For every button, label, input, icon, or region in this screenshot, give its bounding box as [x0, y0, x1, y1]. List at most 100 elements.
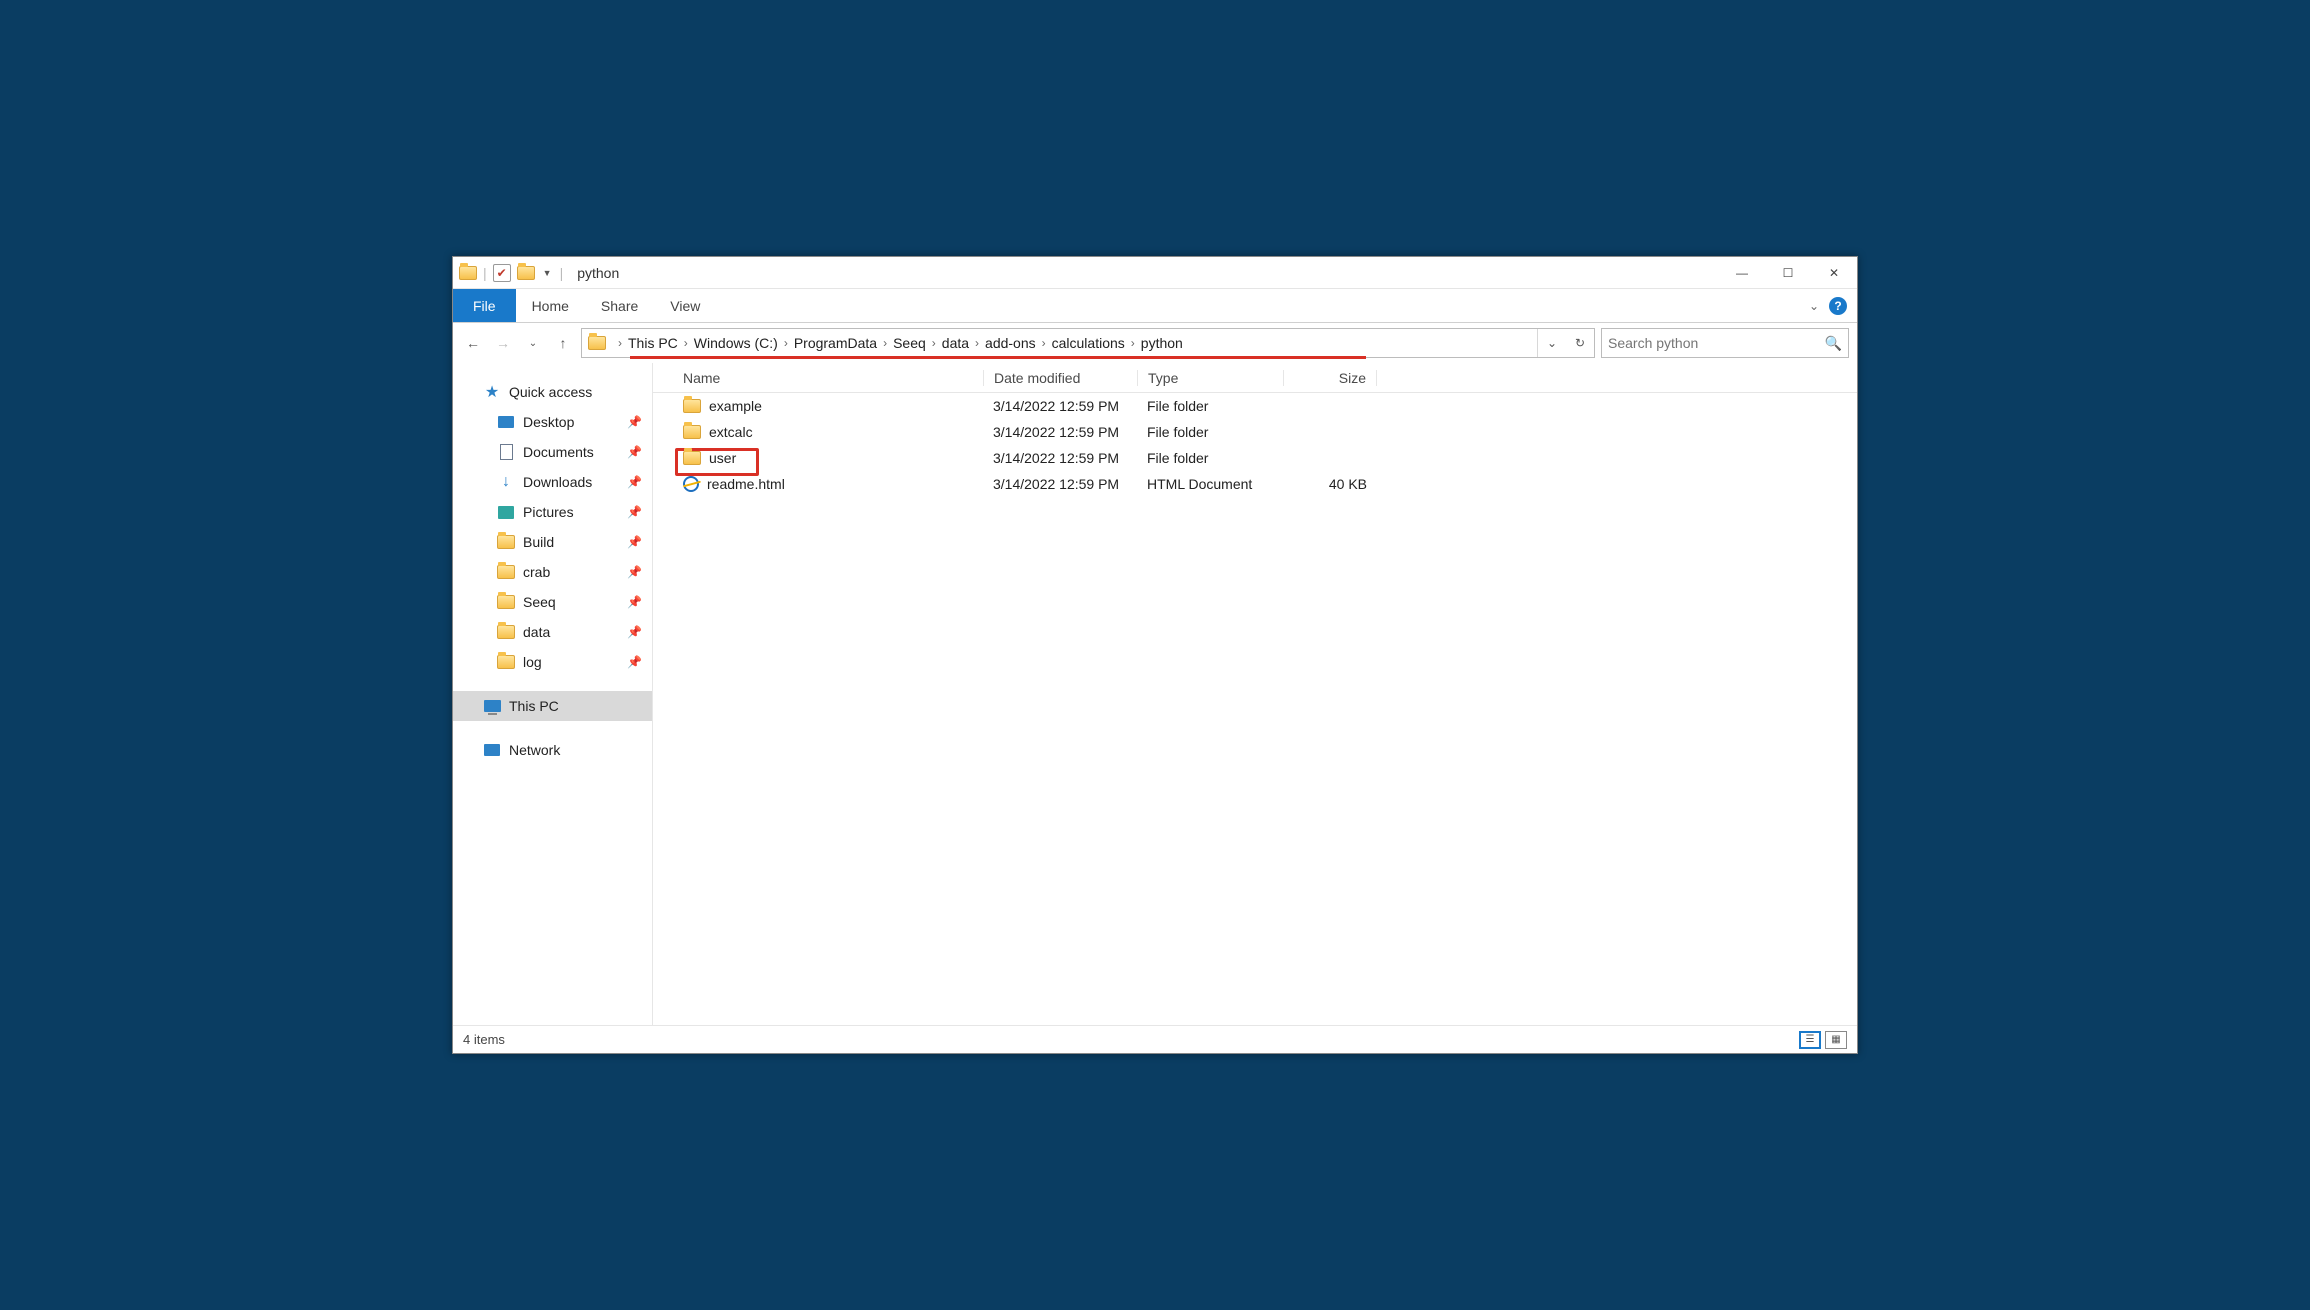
ribbon-tab-home[interactable]: Home — [516, 289, 585, 322]
file-row[interactable]: readme.html3/14/2022 12:59 PMHTML Docume… — [653, 471, 1857, 497]
file-type: File folder — [1137, 424, 1283, 440]
crumb-addons[interactable]: add-ons — [985, 335, 1036, 351]
chevron-right-icon[interactable]: › — [678, 336, 694, 350]
sidebar-item-build[interactable]: Build 📌 — [453, 527, 652, 557]
file-row[interactable]: extcalc3/14/2022 12:59 PMFile folder — [653, 419, 1857, 445]
chevron-right-icon[interactable]: › — [1125, 336, 1141, 350]
crumb-this-pc[interactable]: This PC — [628, 335, 678, 351]
sidebar-label-this-pc: This PC — [509, 698, 559, 714]
folder-icon — [683, 399, 701, 413]
file-row[interactable]: user3/14/2022 12:59 PMFile folder — [653, 445, 1857, 471]
column-header-size[interactable]: Size — [1283, 370, 1377, 386]
back-button[interactable]: ← — [461, 331, 485, 355]
refresh-button[interactable]: ↻ — [1566, 329, 1594, 357]
status-text: 4 items — [463, 1032, 505, 1047]
sidebar-label: Documents — [523, 444, 594, 460]
crumb-windows-c[interactable]: Windows (C:) — [694, 335, 778, 351]
pin-icon: 📌 — [627, 445, 642, 459]
sidebar-label: Desktop — [523, 414, 574, 430]
up-button[interactable]: ↑ — [551, 331, 575, 355]
folder-icon — [683, 425, 701, 439]
quick-access-icon: ★ — [483, 382, 501, 402]
file-date: 3/14/2022 12:59 PM — [983, 398, 1137, 414]
file-date: 3/14/2022 12:59 PM — [983, 476, 1137, 492]
desktop-icon — [498, 416, 514, 428]
file-name: readme.html — [707, 476, 785, 492]
sidebar-item-log[interactable]: log 📌 — [453, 647, 652, 677]
crumb-calculations[interactable]: calculations — [1052, 335, 1125, 351]
sidebar-item-seeq[interactable]: Seeq 📌 — [453, 587, 652, 617]
forward-button[interactable]: → — [491, 331, 515, 355]
column-headers: Name ˄ Date modified Type Size — [653, 363, 1857, 393]
address-bar[interactable]: ›This PC ›Windows (C:) ›ProgramData ›See… — [581, 328, 1595, 358]
chevron-right-icon[interactable]: › — [969, 336, 985, 350]
window-title: python — [569, 265, 619, 281]
search-icon[interactable]: 🔍 — [1825, 335, 1842, 352]
view-large-icons-button[interactable]: ▦ — [1825, 1031, 1847, 1049]
recent-locations-dropdown[interactable]: ⌄ — [521, 331, 545, 355]
address-history-dropdown[interactable]: ⌄ — [1538, 329, 1566, 357]
chevron-right-icon[interactable]: › — [612, 336, 628, 350]
ribbon-tab-file[interactable]: File — [453, 289, 516, 322]
file-row[interactable]: example3/14/2022 12:59 PMFile folder — [653, 393, 1857, 419]
chevron-right-icon[interactable]: › — [877, 336, 893, 350]
title-bar: | ✔ ▼ | python — ☐ ✕ — [453, 257, 1857, 289]
this-pc-icon — [484, 700, 501, 712]
annotation-underline — [630, 356, 1366, 359]
html-file-icon — [683, 476, 699, 492]
chevron-right-icon[interactable]: › — [1036, 336, 1052, 350]
chevron-right-icon[interactable]: › — [778, 336, 794, 350]
sidebar-network[interactable]: Network — [453, 735, 652, 765]
chevron-right-icon[interactable]: › — [926, 336, 942, 350]
folder-icon — [497, 655, 515, 669]
qat-separator: | — [483, 265, 487, 281]
qat-properties-icon[interactable]: ✔ — [493, 264, 511, 282]
crumb-python[interactable]: python — [1141, 335, 1183, 351]
file-rows: example3/14/2022 12:59 PMFile folderextc… — [653, 393, 1857, 1025]
qat-customize-dropdown[interactable]: ▼ — [541, 268, 554, 278]
close-button[interactable]: ✕ — [1811, 257, 1857, 289]
sidebar-item-pictures[interactable]: Pictures 📌 — [453, 497, 652, 527]
column-header-name[interactable]: Name — [653, 370, 983, 386]
qat-newfolder-icon[interactable] — [517, 266, 535, 280]
maximize-button[interactable]: ☐ — [1765, 257, 1811, 289]
column-header-type[interactable]: Type — [1137, 370, 1283, 386]
file-name: user — [709, 450, 736, 466]
status-bar: 4 items ☰ ▦ — [453, 1025, 1857, 1053]
folder-icon — [497, 565, 515, 579]
sidebar-this-pc[interactable]: This PC — [453, 691, 652, 721]
sidebar-item-documents[interactable]: Documents 📌 — [453, 437, 652, 467]
crumb-programdata[interactable]: ProgramData — [794, 335, 877, 351]
ribbon-collapse-icon[interactable]: ⌄ — [1809, 299, 1819, 313]
view-details-button[interactable]: ☰ — [1799, 1031, 1821, 1049]
file-type: File folder — [1137, 450, 1283, 466]
sidebar-item-crab[interactable]: crab 📌 — [453, 557, 652, 587]
minimize-button[interactable]: — — [1719, 257, 1765, 289]
ribbon-tab-view[interactable]: View — [654, 289, 716, 322]
explorer-window: | ✔ ▼ | python — ☐ ✕ File Home Share Vie… — [452, 256, 1858, 1054]
folder-icon — [497, 595, 515, 609]
sidebar-item-desktop[interactable]: Desktop 📌 — [453, 407, 652, 437]
folder-icon — [497, 535, 515, 549]
search-input[interactable] — [1608, 335, 1825, 351]
crumb-seeq[interactable]: Seeq — [893, 335, 926, 351]
sidebar-quick-access[interactable]: ★ Quick access — [453, 377, 652, 407]
pin-icon: 📌 — [627, 475, 642, 489]
folder-icon — [497, 625, 515, 639]
pin-icon: 📌 — [627, 505, 642, 519]
pin-icon: 📌 — [627, 535, 642, 549]
help-icon[interactable]: ? — [1829, 297, 1847, 315]
column-header-date[interactable]: Date modified — [983, 370, 1137, 386]
crumb-data[interactable]: data — [942, 335, 969, 351]
download-icon: ↓ — [497, 473, 515, 491]
ribbon-tab-share[interactable]: Share — [585, 289, 654, 322]
sidebar-label: Pictures — [523, 504, 574, 520]
file-name: extcalc — [709, 424, 753, 440]
sidebar-item-data[interactable]: data 📌 — [453, 617, 652, 647]
search-box[interactable]: 🔍 — [1601, 328, 1849, 358]
breadcrumb: ›This PC ›Windows (C:) ›ProgramData ›See… — [612, 335, 1537, 351]
pictures-icon — [498, 506, 514, 519]
sidebar-label: Downloads — [523, 474, 592, 490]
document-icon — [500, 444, 513, 460]
sidebar-item-downloads[interactable]: ↓ Downloads 📌 — [453, 467, 652, 497]
